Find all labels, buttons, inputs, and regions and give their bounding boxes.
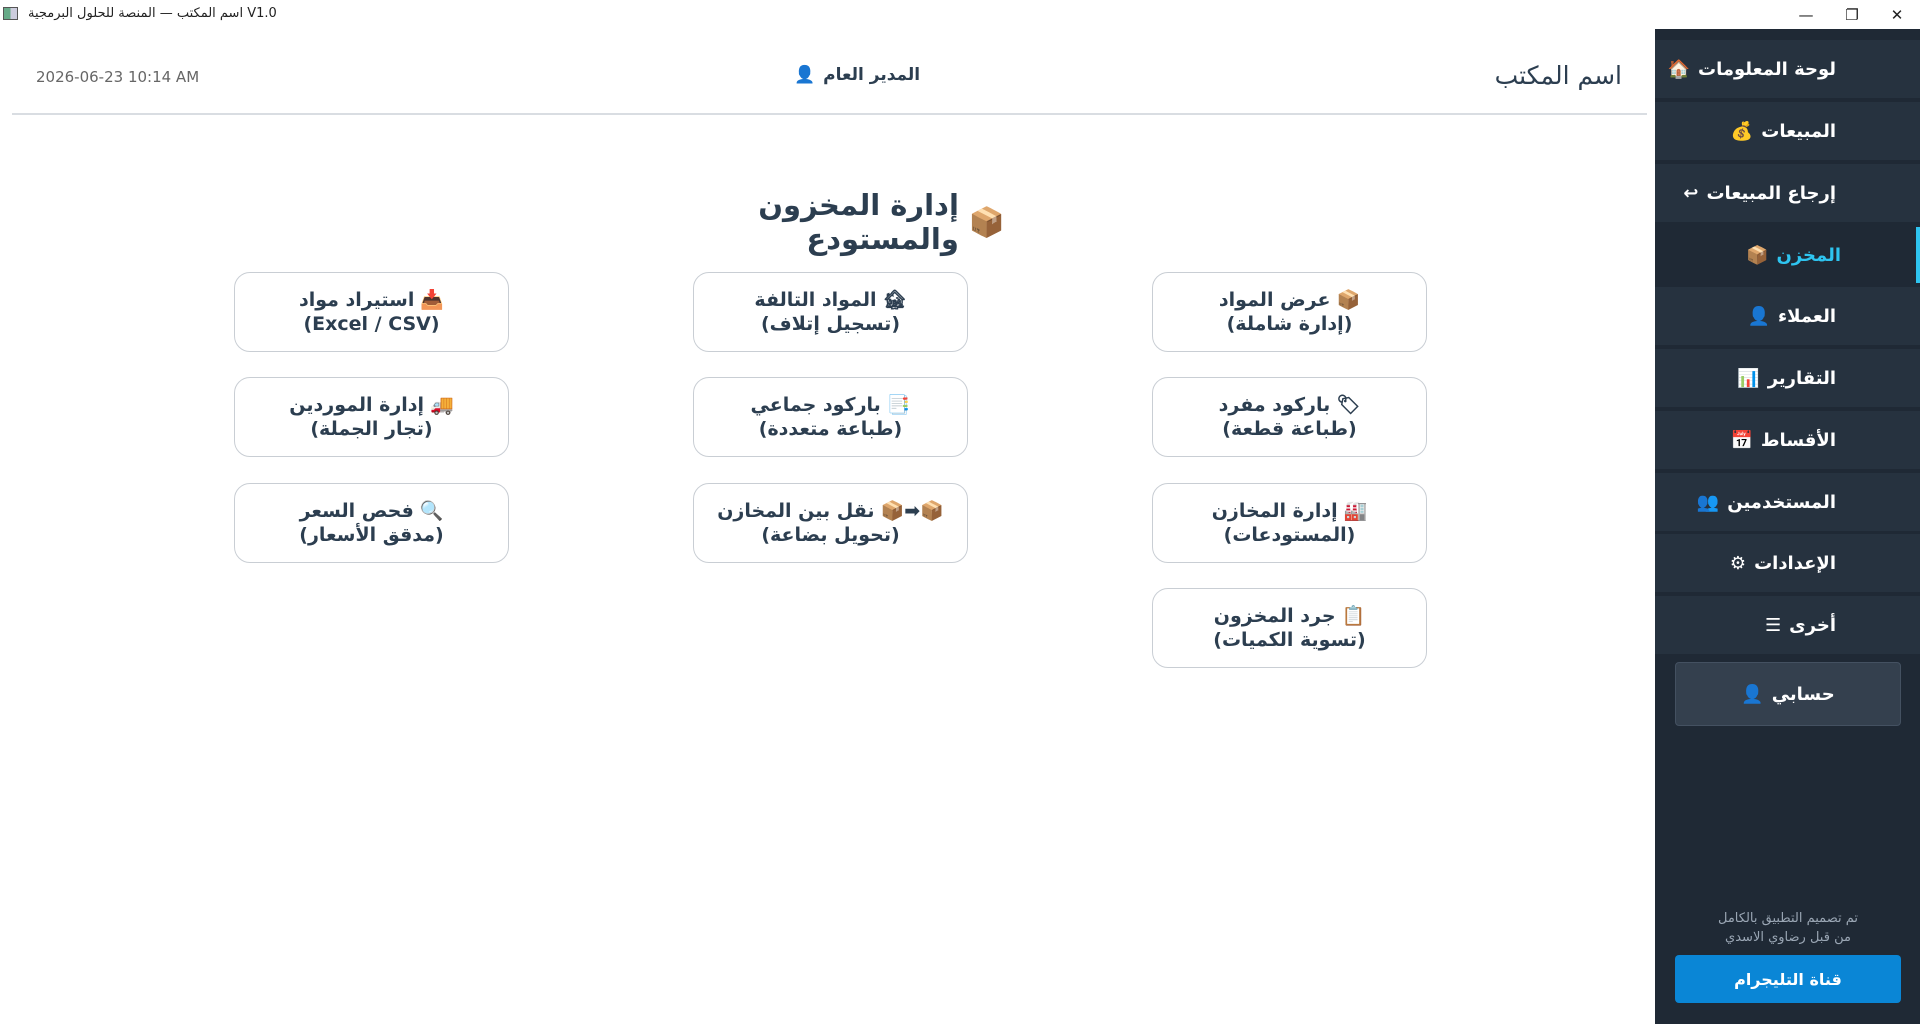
single-barcode-button[interactable]: 🏷 باركود مفرد (طباعة قطعة): [1152, 377, 1427, 457]
window-bottom-edge: [0, 1024, 1920, 1030]
price-check-button[interactable]: 🔍 فحص السعر (مدقق الأسعار): [234, 483, 509, 563]
card-subtitle: (تسوية الكميات): [1213, 629, 1366, 651]
sidebar-item-dashboard[interactable]: لوحة المعلومات 🏠: [1655, 40, 1920, 98]
sidebar-item-label: إرجاع المبيعات: [1706, 182, 1836, 204]
sidebar-item-settings[interactable]: الإعدادات ⚙: [1655, 534, 1920, 592]
credit-line: من قبل رضاوي الاسدي: [1725, 930, 1851, 945]
stocktaking-button[interactable]: 📋 جرد المخزون (تسوية الكميات): [1152, 588, 1427, 668]
sidebar-item-other[interactable]: أخرى ☰: [1655, 596, 1920, 654]
sidebar-item-label: الأقساط: [1760, 429, 1836, 451]
clipboard-icon: 📋: [1341, 604, 1366, 627]
damaged-items-button[interactable]: 🏚 المواد التالفة (تسجيل إتلاف): [693, 272, 968, 352]
card-title: باركود مفرد: [1218, 394, 1331, 416]
main-content: 2026-06-23 10:14 AM المدير العام 👤 اسم ا…: [0, 29, 1655, 1030]
document-icon: 📑: [886, 393, 911, 416]
transfer-between-warehouses-button[interactable]: 📦➡📦 نقل بين المخازن (تحويل بضاعة): [693, 483, 968, 563]
active-indicator: [1916, 227, 1920, 283]
credit-text: تم تصميم التطبيق بالكامل من قبل رضاوي ال…: [1675, 909, 1901, 947]
page-title: 📦 إدارة المخزون والمستودع: [650, 188, 1005, 256]
truck-icon: 🚚: [430, 393, 454, 416]
window-title: V1.0 اسم المكتب — المنصة للحلول البرمجية: [28, 6, 277, 21]
sidebar-item-sales-returns[interactable]: إرجاع المبيعات ↩: [1655, 164, 1920, 222]
card-title: عرض المواد: [1218, 289, 1331, 311]
bulk-barcode-button[interactable]: 📑 باركود جماعي (طباعة متعددة): [693, 377, 968, 457]
user-icon: 👤: [794, 65, 816, 85]
card-subtitle: (تسجيل إتلاف): [761, 313, 901, 335]
sidebar-item-customers[interactable]: العملاء 👤: [1655, 287, 1920, 345]
box-icon: 📦: [1336, 288, 1361, 311]
inbox-icon: 📥: [420, 288, 445, 311]
card-subtitle: (المستودعات): [1223, 524, 1356, 546]
user-name: المدير العام: [823, 65, 921, 85]
box-icon: 📦: [968, 204, 1005, 239]
sidebar-item-installments[interactable]: الأقساط 📅: [1655, 411, 1920, 469]
manage-suppliers-button[interactable]: 🚚 إدارة الموردين (تجار الجملة): [234, 377, 509, 457]
card-title: المواد التالفة: [754, 289, 877, 311]
chart-icon: 📊: [1737, 367, 1760, 389]
card-subtitle: (Excel / CSV): [303, 313, 440, 335]
calendar-icon: 📅: [1730, 429, 1753, 451]
user-icon: 👤: [1741, 683, 1764, 705]
menu-icon: ☰: [1765, 614, 1782, 636]
telegram-channel-button[interactable]: قناة التليجرام: [1675, 955, 1901, 1003]
magnifier-icon: 🔍: [419, 499, 444, 522]
header-bar: 2026-06-23 10:14 AM المدير العام 👤 اسم ا…: [12, 29, 1647, 115]
datetime-label: 2026-06-23 10:14 AM: [36, 68, 200, 86]
sidebar-item-label: المستخدمين: [1727, 491, 1836, 513]
import-items-button[interactable]: 📥 استيراد مواد (Excel / CSV): [234, 272, 509, 352]
tag-icon: 🏷: [1336, 393, 1361, 416]
transfer-icon: 📦➡📦: [880, 499, 944, 522]
minimize-icon: —: [1798, 5, 1814, 24]
window-titlebar: V1.0 اسم المكتب — المنصة للحلول البرمجية…: [0, 0, 1920, 29]
card-title: جرد المخزون: [1213, 605, 1336, 627]
manage-warehouses-button[interactable]: 🏭 إدارة المخازن (المستودعات): [1152, 483, 1427, 563]
credit-line: تم تصميم التطبيق بالكامل: [1718, 911, 1858, 926]
card-subtitle: (تحويل بضاعة): [761, 524, 900, 546]
card-title: نقل بين المخازن: [717, 500, 875, 522]
box-icon: 📦: [1746, 244, 1769, 266]
house-icon: 🏚: [882, 288, 907, 311]
minimize-button[interactable]: —: [1783, 0, 1829, 29]
card-subtitle: (طباعة متعددة): [758, 418, 903, 440]
factory-icon: 🏭: [1343, 499, 1368, 522]
restore-icon: ❐: [1845, 5, 1859, 24]
gear-icon: ⚙: [1729, 552, 1747, 574]
money-bag-icon: 💰: [1730, 120, 1754, 142]
sidebar-item-sales[interactable]: المبيعات 💰: [1655, 102, 1920, 160]
my-account-button[interactable]: حسابي 👤: [1675, 662, 1901, 726]
restore-button[interactable]: ❐: [1829, 0, 1875, 29]
sidebar-item-label: لوحة المعلومات: [1698, 58, 1836, 80]
users-icon: 👥: [1696, 491, 1720, 513]
card-subtitle: (طباعة قطعة): [1222, 418, 1357, 440]
home-icon: 🏠: [1667, 58, 1691, 80]
card-title: باركود جماعي: [750, 394, 881, 416]
page-title-text: إدارة المخزون والمستودع: [758, 188, 959, 256]
sidebar-item-inventory[interactable]: المخزن 📦: [1655, 226, 1920, 284]
account-label: حسابي: [1771, 683, 1835, 705]
card-title: إدارة المخازن: [1211, 500, 1338, 522]
user-display: المدير العام 👤: [794, 65, 920, 85]
card-title: إدارة الموردين: [289, 394, 425, 416]
sidebar-item-reports[interactable]: التقارير 📊: [1655, 349, 1920, 407]
card-subtitle: (تجار الجملة): [310, 418, 433, 440]
app-icon: [3, 7, 18, 20]
sidebar-item-users[interactable]: المستخدمين 👥: [1655, 473, 1920, 531]
sidebar: لوحة المعلومات 🏠 المبيعات 💰 إرجاع المبيعات…: [1655, 29, 1920, 1024]
user-icon: 👤: [1747, 305, 1770, 327]
sidebar-item-label: المخزن: [1776, 244, 1841, 266]
sidebar-item-label: أخرى: [1789, 614, 1836, 636]
card-title: فحص السعر: [299, 500, 414, 522]
sidebar-item-label: العملاء: [1777, 305, 1836, 327]
sidebar-item-label: الإعدادات: [1754, 552, 1836, 574]
office-name: اسم المكتب: [1494, 61, 1622, 90]
sidebar-item-label: المبيعات: [1761, 120, 1836, 142]
view-items-button[interactable]: 📦 عرض المواد (إدارة شاملة): [1152, 272, 1427, 352]
return-icon: ↩: [1683, 182, 1699, 204]
close-icon: ✕: [1890, 5, 1904, 24]
card-title: استيراد مواد: [298, 289, 415, 311]
card-subtitle: (إدارة شاملة): [1226, 313, 1353, 335]
card-subtitle: (مدقق الأسعار): [299, 524, 444, 546]
close-button[interactable]: ✕: [1874, 0, 1920, 29]
sidebar-item-label: التقارير: [1767, 367, 1836, 389]
